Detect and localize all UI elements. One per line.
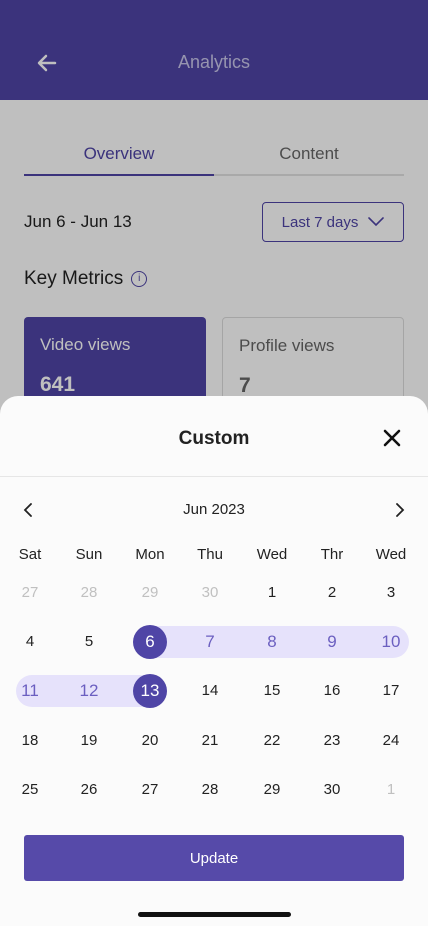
- weekday-label: Thu: [197, 546, 223, 563]
- chevron-right-icon[interactable]: [388, 498, 412, 522]
- calendar-day[interactable]: 28: [193, 773, 227, 807]
- calendar-day[interactable]: 4: [13, 625, 47, 659]
- sheet-title: Custom: [178, 428, 250, 449]
- calendar-day[interactable]: 29: [255, 773, 289, 807]
- weekday-label: Thr: [320, 546, 344, 563]
- date-picker-sheet: Custom Jun 2023 Update Sat Sun Mon Thu Wed Th…: [0, 396, 428, 926]
- month-label: Jun 2023: [183, 501, 245, 518]
- weekday-label: Mon: [135, 546, 165, 563]
- calendar-day[interactable]: 9: [315, 625, 349, 659]
- calendar-day: 27: [21, 584, 39, 601]
- calendar-day[interactable]: 27: [133, 773, 167, 807]
- calendar-day[interactable]: 2: [315, 576, 349, 610]
- calendar-day[interactable]: 16: [315, 674, 349, 708]
- calendar-day[interactable]: 11: [13, 674, 47, 708]
- calendar-day[interactable]: 12: [72, 674, 106, 708]
- calendar-day[interactable]: 23: [315, 724, 349, 758]
- calendar-day: 28: [80, 584, 98, 601]
- calendar-day[interactable]: 10: [374, 625, 408, 659]
- calendar-day: 30: [201, 584, 219, 601]
- calendar-day[interactable]: 6: [133, 625, 167, 659]
- calendar-day[interactable]: 14: [193, 674, 227, 708]
- calendar-day[interactable]: 8: [255, 625, 289, 659]
- weekday-label: Sat: [18, 546, 42, 563]
- close-icon[interactable]: [380, 426, 404, 450]
- calendar-day[interactable]: 25: [13, 773, 47, 807]
- calendar-header: Jun 2023: [0, 498, 428, 522]
- update-button[interactable]: Update: [24, 835, 404, 881]
- calendar-day[interactable]: 22: [255, 724, 289, 758]
- calendar-day[interactable]: 3: [374, 576, 408, 610]
- calendar-day: 1: [386, 781, 396, 798]
- calendar-day[interactable]: 24: [374, 724, 408, 758]
- calendar-day[interactable]: 15: [255, 674, 289, 708]
- calendar-day: 29: [141, 584, 159, 601]
- calendar-day[interactable]: 30: [315, 773, 349, 807]
- weekday-label: Wed: [256, 546, 288, 563]
- calendar-day[interactable]: 26: [72, 773, 106, 807]
- calendar-day[interactable]: 17: [374, 674, 408, 708]
- calendar-day[interactable]: 1: [255, 576, 289, 610]
- calendar-day[interactable]: 13: [133, 674, 167, 708]
- calendar-day[interactable]: 5: [72, 625, 106, 659]
- calendar-day[interactable]: 18: [13, 724, 47, 758]
- calendar-day[interactable]: 20: [133, 724, 167, 758]
- weekday-label: Sun: [75, 546, 103, 563]
- weekday-label: Wed: [375, 546, 407, 563]
- calendar-day[interactable]: 21: [193, 724, 227, 758]
- calendar-day[interactable]: 19: [72, 724, 106, 758]
- divider: [0, 476, 428, 477]
- home-indicator: [138, 912, 291, 917]
- calendar-day[interactable]: 7: [193, 625, 227, 659]
